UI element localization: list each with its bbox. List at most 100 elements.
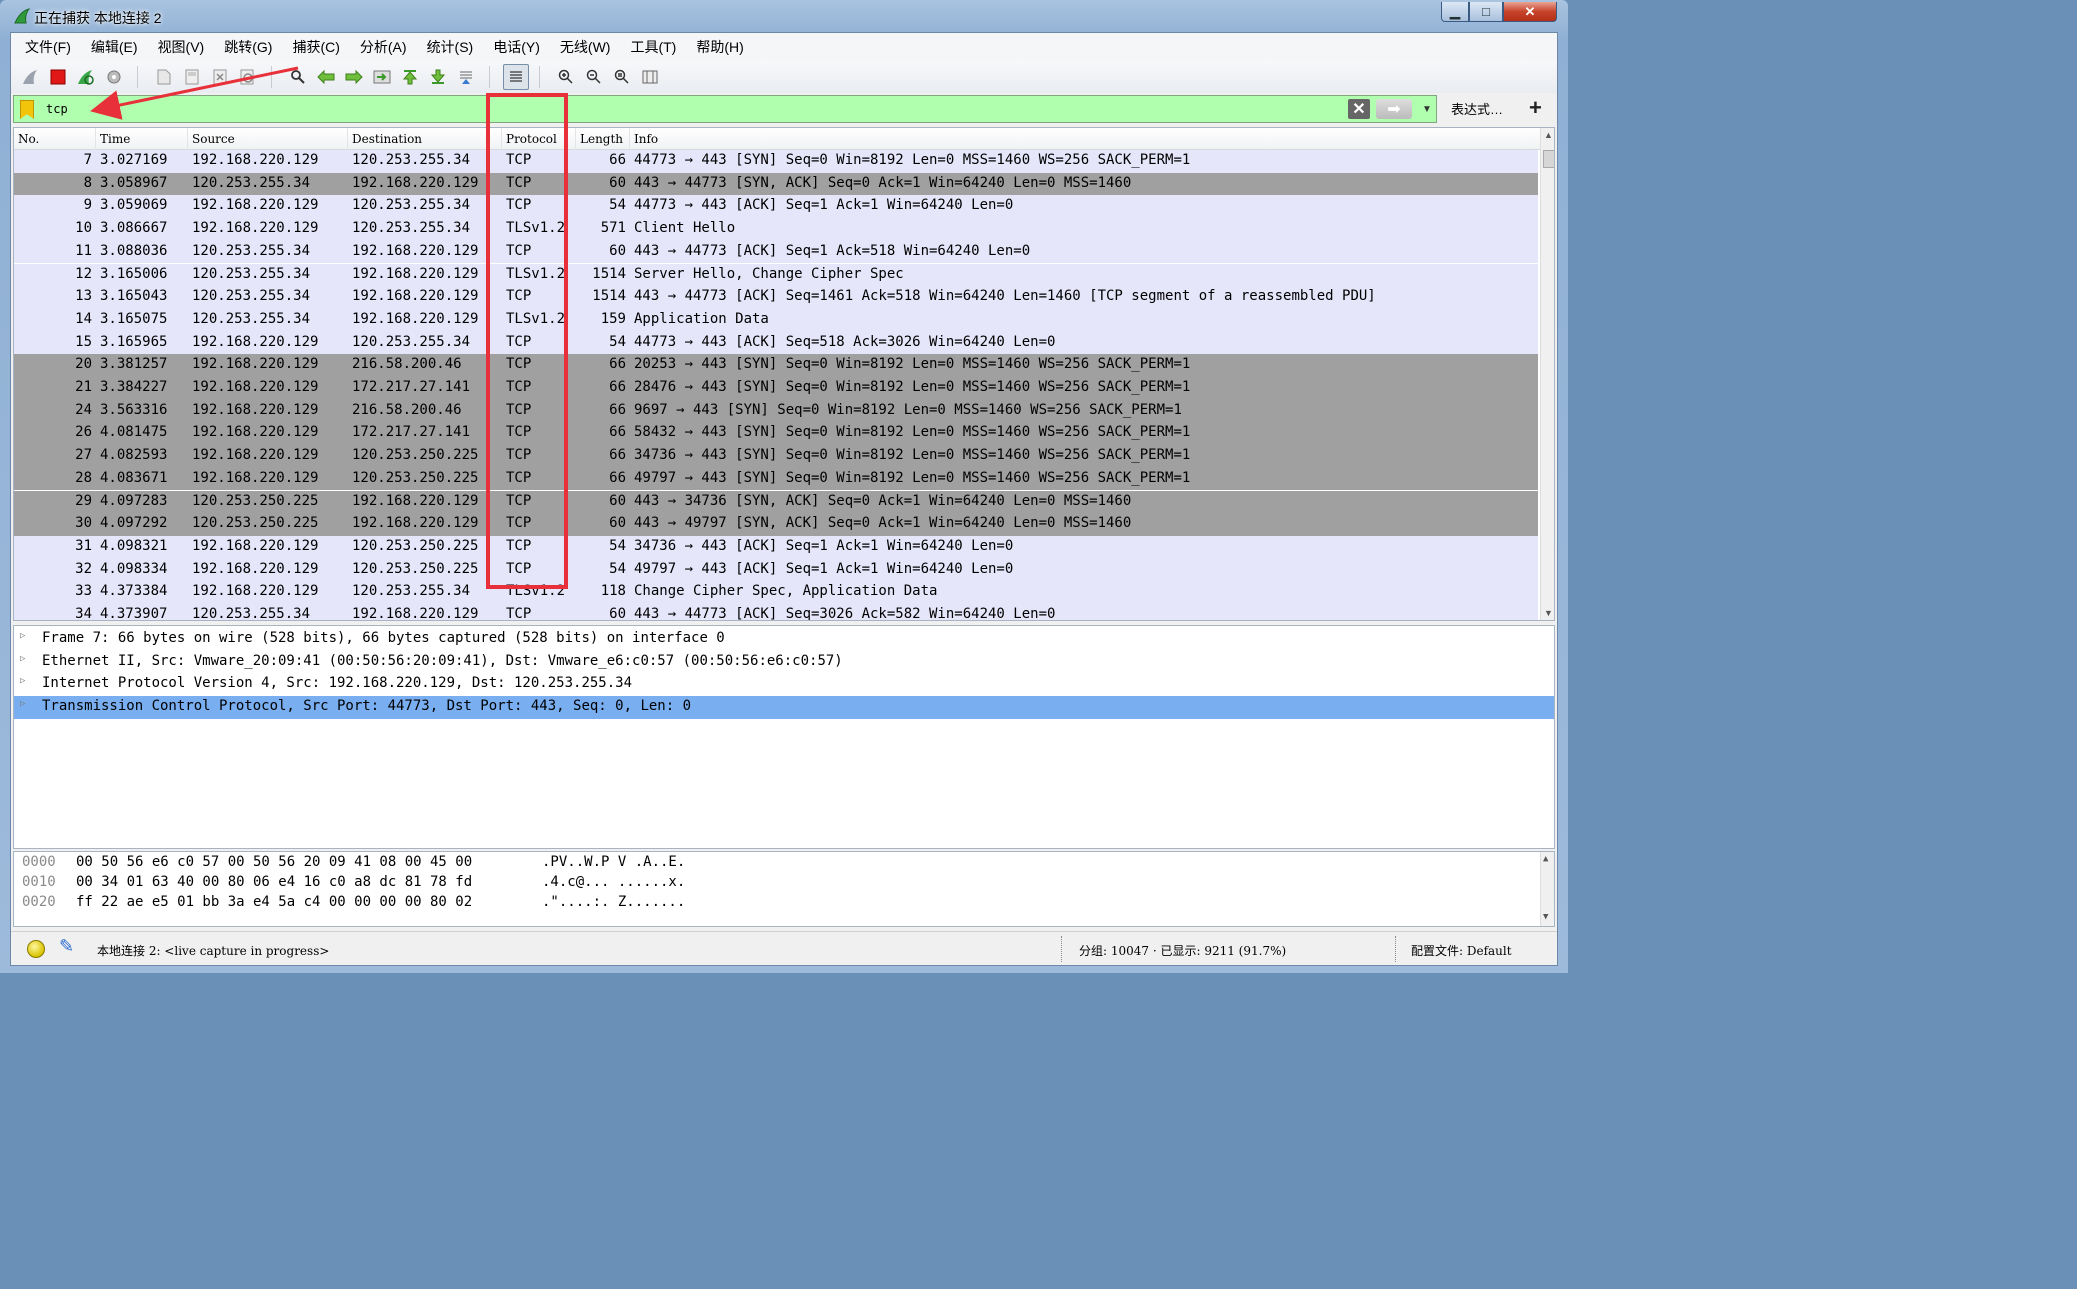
detail-tree-item[interactable]: ▷ Transmission Control Protocol, Src Port… xyxy=(14,696,1554,719)
add-filter-button[interactable]: + xyxy=(1529,95,1542,121)
menu-item[interactable]: 跳转(G) xyxy=(214,35,282,59)
expand-arrow-icon[interactable]: ▷ xyxy=(20,631,25,641)
apply-filter-icon[interactable]: ➡ xyxy=(1376,99,1412,119)
column-header-no[interactable]: No. xyxy=(14,128,96,150)
packet-row[interactable]: 33 4.373384 192.168.220.129 120.253.255.34 T… xyxy=(14,581,1538,604)
reload-icon[interactable] xyxy=(235,64,261,90)
packet-row[interactable]: 15 3.165965 192.168.220.129 120.253.255.34 T… xyxy=(14,331,1538,355)
display-filter-field[interactable]: ✕ ➡ ▼ xyxy=(13,95,1437,123)
go-last-icon[interactable] xyxy=(425,64,451,90)
shark-fin-icon[interactable] xyxy=(17,64,43,90)
packet-list-scrollbar[interactable]: ▲ ▼ xyxy=(1540,128,1554,620)
column-header-protocol[interactable]: Protocol xyxy=(502,128,576,150)
scroll-down-icon[interactable]: ▼ xyxy=(1544,608,1553,618)
column-header-length[interactable]: Length xyxy=(576,128,630,150)
zoom-normal-icon[interactable] xyxy=(609,64,635,90)
packet-length: 54 xyxy=(609,333,626,350)
clear-filter-icon[interactable]: ✕ xyxy=(1348,99,1370,119)
capture-status-led-icon[interactable] xyxy=(27,940,45,958)
packet-no: 11 xyxy=(75,242,92,259)
bytes-scrollbar[interactable]: ▲ ▼ xyxy=(1540,852,1554,926)
packet-time: 3.384227 xyxy=(100,379,168,395)
title-bar[interactable]: 正在捕获 本地连接 2 ▁ □ ✕ xyxy=(0,0,1568,32)
packet-row[interactable]: 32 4.098334 192.168.220.129 120.253.250.225… xyxy=(14,558,1538,582)
packet-row[interactable]: 30 4.097292 120.253.250.225 192.168.220.129… xyxy=(14,513,1538,536)
packet-row[interactable]: 27 4.082593 192.168.220.129 120.253.250.225… xyxy=(14,445,1538,468)
menu-item[interactable]: 编辑(E) xyxy=(81,35,148,59)
expand-arrow-icon[interactable]: ▷ xyxy=(20,654,25,664)
packet-row[interactable]: 26 4.081475 192.168.220.129 172.217.27.141 T… xyxy=(14,422,1538,446)
menu-item[interactable]: 视图(V) xyxy=(148,35,215,59)
packet-source: 120.253.250.225 xyxy=(192,515,319,532)
packet-protocol: TCP xyxy=(506,447,532,464)
detail-tree-item[interactable]: ▷ Ethernet II, Src: Vmware_20:09:41 (00:5… xyxy=(14,651,1554,674)
zoom-in-icon[interactable] xyxy=(553,64,579,90)
menu-item[interactable]: 分析(A) xyxy=(350,35,417,59)
packet-list[interactable]: No. Time Source Destination Protocol Len… xyxy=(13,127,1555,621)
scroll-up-icon[interactable]: ▲ xyxy=(1544,130,1553,140)
packet-row[interactable]: 10 3.086667 192.168.220.129 120.253.255.34 T… xyxy=(14,218,1538,241)
detail-tree-item[interactable]: ▷ Internet Protocol Version 4, Src: 192.1… xyxy=(14,673,1554,696)
packet-row[interactable]: 12 3.165006 120.253.255.34 192.168.220.129 T… xyxy=(14,263,1538,287)
chevron-down-icon[interactable]: ▼ xyxy=(1418,99,1436,119)
colorize-icon[interactable] xyxy=(503,64,529,90)
menu-item[interactable]: 文件(F) xyxy=(15,35,81,59)
scroll-down-icon[interactable]: ▼ xyxy=(1543,912,1548,922)
packet-row[interactable]: 11 3.088036 120.253.255.34 192.168.220.129 T… xyxy=(14,240,1538,264)
menu-item[interactable]: 无线(W) xyxy=(550,35,621,59)
close-button[interactable]: ✕ xyxy=(1503,2,1557,22)
edit-comment-icon[interactable]: ✎ xyxy=(59,936,74,957)
packet-row[interactable]: 24 3.563316 192.168.220.129 216.58.200.46 TC… xyxy=(14,399,1538,423)
menu-item[interactable]: 电话(Y) xyxy=(483,35,550,59)
profile-text[interactable]: 配置文件: Default xyxy=(1411,942,1512,959)
go-first-icon[interactable] xyxy=(397,64,423,90)
packet-protocol: TCP xyxy=(506,401,532,418)
packet-details-pane[interactable]: ▷ Frame 7: 66 bytes on wire (528 bits), 6… xyxy=(13,625,1555,849)
go-to-packet-icon[interactable] xyxy=(369,64,395,90)
find-packet-icon[interactable] xyxy=(285,64,311,90)
packet-bytes-pane[interactable]: 0000 00 50 56 e6 c0 57 00 50 56 20 09 41 … xyxy=(13,851,1555,927)
minimize-button[interactable]: ▁ xyxy=(1441,2,1469,22)
column-header-time[interactable]: Time xyxy=(96,128,188,150)
packet-row[interactable]: 8 3.058967 120.253.255.34 192.168.220.129 TC… xyxy=(14,172,1538,196)
resize-columns-icon[interactable] xyxy=(637,64,663,90)
autoscroll-icon[interactable] xyxy=(453,64,479,90)
packet-row[interactable]: 28 4.083671 192.168.220.129 120.253.250.225… xyxy=(14,467,1538,491)
go-back-icon[interactable] xyxy=(313,64,339,90)
column-header-source[interactable]: Source xyxy=(188,128,348,150)
restart-capture-icon[interactable] xyxy=(73,64,99,90)
save-file-icon[interactable] xyxy=(179,64,205,90)
maximize-button[interactable]: □ xyxy=(1469,2,1503,22)
bookmark-icon[interactable] xyxy=(20,100,34,119)
packet-row[interactable]: 9 3.059069 192.168.220.129 120.253.255.34 TC… xyxy=(14,195,1538,219)
packet-row[interactable]: 13 3.165043 120.253.255.34 192.168.220.129 T… xyxy=(14,286,1538,309)
packet-row[interactable]: 21 3.384227 192.168.220.129 172.217.27.141 T… xyxy=(14,377,1538,400)
expand-arrow-icon[interactable]: ▷ xyxy=(20,676,25,686)
zoom-out-icon[interactable] xyxy=(581,64,607,90)
packet-row[interactable]: 34 4.373907 120.253.255.34 192.168.220.129 T… xyxy=(14,604,1538,620)
expression-button[interactable]: 表达式… xyxy=(1451,99,1503,118)
menu-item[interactable]: 统计(S) xyxy=(417,35,484,59)
packet-row[interactable]: 7 3.027169 192.168.220.129 120.253.255.34 TC… xyxy=(14,150,1538,173)
detail-tree-item[interactable]: ▷ Frame 7: 66 bytes on wire (528 bits), 6… xyxy=(14,628,1554,651)
packet-row[interactable]: 20 3.381257 192.168.220.129 216.58.200.46 TC… xyxy=(14,354,1538,377)
stop-capture-icon[interactable] xyxy=(45,64,71,90)
open-file-icon[interactable] xyxy=(151,64,177,90)
close-file-icon[interactable] xyxy=(207,64,233,90)
expand-arrow-icon[interactable]: ▷ xyxy=(20,699,25,709)
packet-row[interactable]: 14 3.165075 120.253.255.34 192.168.220.129 T… xyxy=(14,308,1538,332)
packet-row[interactable]: 31 4.098321 192.168.220.129 120.253.250.225… xyxy=(14,535,1538,559)
packet-destination: 216.58.200.46 xyxy=(352,356,462,373)
menu-item[interactable]: 捕获(C) xyxy=(282,35,349,59)
column-header-info[interactable]: Info xyxy=(630,128,1540,150)
packet-no: 12 xyxy=(75,265,92,282)
scrollbar-thumb[interactable] xyxy=(1543,150,1554,168)
capture-options-icon[interactable] xyxy=(101,64,127,90)
go-forward-icon[interactable] xyxy=(341,64,367,90)
menu-item[interactable]: 帮助(H) xyxy=(686,35,753,59)
menu-item[interactable]: 工具(T) xyxy=(620,35,686,59)
packet-row[interactable]: 29 4.097283 120.253.250.225 192.168.220.129… xyxy=(14,490,1538,514)
column-header-destination[interactable]: Destination xyxy=(348,128,502,150)
scroll-up-icon[interactable]: ▲ xyxy=(1543,854,1548,864)
display-filter-input[interactable] xyxy=(46,102,1326,116)
